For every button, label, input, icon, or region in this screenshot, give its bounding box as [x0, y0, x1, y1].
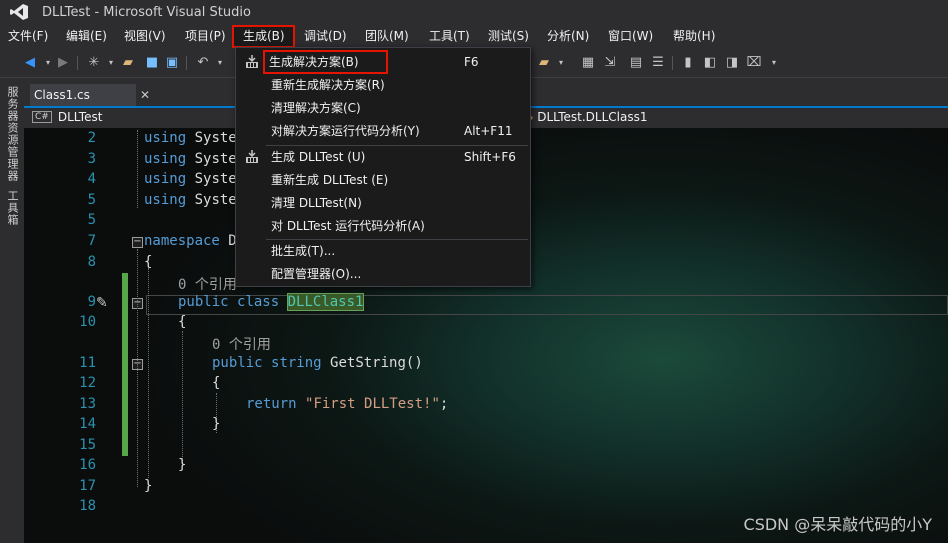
- line-number: 9: [87, 294, 96, 310]
- back-dropdown-icon[interactable]: ▾: [40, 55, 56, 71]
- line-number: 16: [79, 457, 96, 473]
- toolbar-indent-icon[interactable]: ☰: [650, 55, 666, 71]
- line-number: 8: [87, 254, 96, 270]
- menu-item-batch-build[interactable]: 批生成(T)...: [236, 240, 530, 262]
- menu-file[interactable]: 文件(F): [8, 27, 48, 46]
- watermark: CSDN @呆呆敲代码的小Y: [743, 515, 932, 534]
- project-name: DLLTest: [57, 110, 103, 124]
- line-number: 3: [87, 151, 96, 167]
- toolbar-grid-icon[interactable]: ▦: [580, 55, 596, 71]
- menu-item-build-solution[interactable]: 生成解决方案(B) F6: [236, 50, 530, 74]
- menu-item-clean-solution[interactable]: 清理解决方案(C): [236, 97, 530, 119]
- toolbar-more-icon[interactable]: ▾: [766, 55, 782, 71]
- menu-debug[interactable]: 调试(D): [304, 27, 347, 46]
- menu-item-rebuild-project[interactable]: 重新生成 DLLTest (E): [236, 169, 530, 191]
- code-line: using Syste: [144, 151, 237, 167]
- code-line: using Syste: [144, 171, 237, 187]
- back-icon[interactable]: ◀: [22, 55, 38, 71]
- bookmark-next-icon[interactable]: ◨: [724, 55, 740, 71]
- toolbox-tab[interactable]: 工具箱: [4, 190, 20, 226]
- forward-icon[interactable]: ▶: [55, 55, 71, 71]
- menu-item-analyze-solution[interactable]: 对解决方案运行代码分析(Y) Alt+F11: [236, 120, 530, 142]
- undo-icon[interactable]: ↶: [195, 55, 211, 71]
- fold-toggle-icon[interactable]: −: [132, 237, 143, 248]
- toolbar-step-icon[interactable]: ⇲: [602, 55, 618, 71]
- project-dropdown[interactable]: C# DLLTest: [32, 110, 102, 124]
- build-icon: [244, 149, 260, 165]
- line-number: 5: [87, 212, 96, 228]
- class-dropdown[interactable]: ◆ DLLTest.DLLClass1: [524, 110, 647, 124]
- line-number: 18: [79, 498, 96, 514]
- menu-item-build-project[interactable]: 生成 DLLTest (U) Shift+F6: [236, 146, 530, 168]
- code-line: namespace D: [144, 233, 237, 249]
- line-number: 11: [79, 355, 96, 371]
- line-number: 10: [79, 314, 96, 330]
- menu-test[interactable]: 测试(S): [488, 27, 529, 46]
- line-number: 5: [87, 192, 96, 208]
- code-line: {: [212, 375, 221, 391]
- menu-edit[interactable]: 编辑(E): [66, 27, 107, 46]
- server-explorer-tab[interactable]: 服务器资源管理器: [4, 86, 20, 182]
- menu-view[interactable]: 视图(V): [124, 27, 166, 46]
- menu-help[interactable]: 帮助(H): [673, 27, 715, 46]
- code-line: using Syste: [144, 130, 237, 146]
- bookmark-icon[interactable]: ▮: [680, 55, 696, 71]
- undo-dropdown-icon[interactable]: ▾: [212, 55, 228, 71]
- toolbar-folder-icon[interactable]: ▰: [536, 55, 552, 71]
- line-number: 7: [87, 233, 96, 249]
- class-name-highlight: DLLClass1: [286, 293, 365, 311]
- line-number: 12: [79, 375, 96, 391]
- line-number: 4: [87, 171, 96, 187]
- build-icon: [244, 54, 260, 70]
- menu-item-clean-project[interactable]: 清理 DLLTest(N): [236, 192, 530, 214]
- menu-project[interactable]: 项目(P): [185, 27, 226, 46]
- class-path: DLLTest.DLLClass1: [537, 110, 648, 124]
- change-indicator: [122, 273, 128, 456]
- code-line: using Syste: [144, 192, 237, 208]
- menu-window[interactable]: 窗口(W): [608, 27, 653, 46]
- save-icon[interactable]: ■: [144, 55, 160, 71]
- vs-logo-icon: [8, 2, 30, 22]
- toolbar-dropdown-icon[interactable]: ▾: [553, 55, 569, 71]
- code-line: return "First DLLTest!";: [246, 396, 449, 412]
- code-line: {: [178, 314, 187, 330]
- toolbar-outline-icon[interactable]: ▤: [628, 55, 644, 71]
- build-menu-dropdown: 生成解决方案(B) F6 重新生成解决方案(R) 清理解决方案(C) 对解决方案…: [235, 47, 531, 287]
- bookmark-clear-icon[interactable]: ⌧: [746, 55, 762, 71]
- code-line: }: [212, 416, 221, 432]
- tab-title: Class1.cs: [34, 88, 90, 102]
- code-line: {: [144, 254, 153, 270]
- reference-count[interactable]: 0 个引用: [212, 334, 271, 354]
- menu-bar: 文件(F) 编辑(E) 视图(V) 项目(P) 生成(B) 调试(D) 团队(M…: [0, 24, 948, 48]
- line-number: 15: [79, 437, 96, 453]
- reference-count[interactable]: 0 个引用: [178, 274, 237, 294]
- tab-class1-cs[interactable]: Class1.cs: [30, 84, 136, 106]
- left-tool-strip: 服务器资源管理器 工具箱: [0, 78, 24, 543]
- menu-build[interactable]: 生成(B): [232, 25, 295, 48]
- code-line: }: [178, 457, 187, 473]
- menu-item-configuration-manager[interactable]: 配置管理器(O)...: [236, 263, 530, 285]
- menu-team[interactable]: 团队(M): [365, 27, 409, 46]
- code-line: public class DLLClass1: [178, 293, 365, 311]
- code-line: }: [144, 478, 153, 494]
- code-line: public string GetString(): [212, 355, 423, 371]
- csharp-icon: C#: [32, 111, 52, 123]
- new-project-icon[interactable]: ✳: [86, 55, 102, 71]
- line-number: 17: [79, 478, 96, 494]
- save-all-icon[interactable]: ▣: [164, 55, 180, 71]
- bookmark-prev-icon[interactable]: ◧: [702, 55, 718, 71]
- close-icon[interactable]: ✕: [136, 86, 154, 104]
- line-number: 13: [79, 396, 96, 412]
- new-dropdown-icon[interactable]: ▾: [103, 55, 119, 71]
- open-folder-icon[interactable]: ▰: [120, 55, 136, 71]
- menu-analyze[interactable]: 分析(N): [547, 27, 589, 46]
- menu-item-rebuild-solution[interactable]: 重新生成解决方案(R): [236, 74, 530, 96]
- menu-tools[interactable]: 工具(T): [429, 27, 470, 46]
- menu-item-analyze-project[interactable]: 对 DLLTest 运行代码分析(A): [236, 215, 530, 237]
- quick-actions-icon[interactable]: ✎: [96, 295, 108, 311]
- line-number: 2: [87, 130, 96, 146]
- line-number: 14: [79, 416, 96, 432]
- title-bar: DLLTest - Microsoft Visual Studio: [0, 0, 948, 24]
- window-title: DLLTest - Microsoft Visual Studio: [42, 4, 251, 20]
